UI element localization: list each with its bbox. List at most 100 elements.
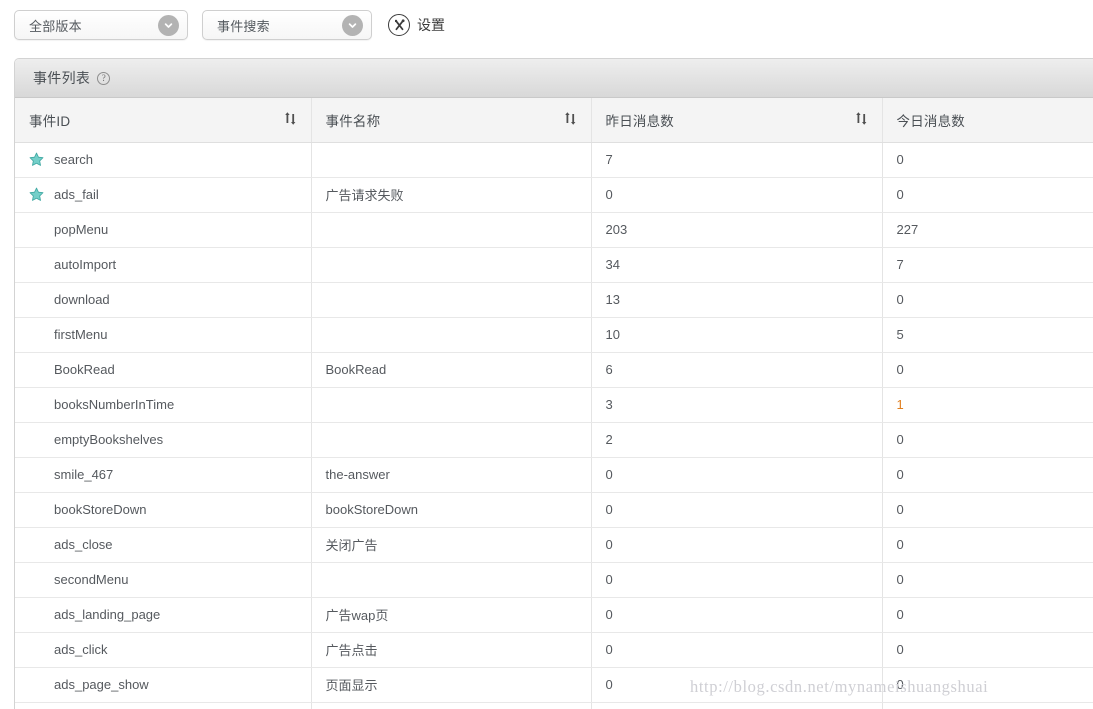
cell-yesterday-count: 0	[591, 457, 882, 492]
table-row[interactable]: ads_click广告点击00	[15, 632, 1093, 667]
favorite-star-icon[interactable]	[29, 187, 54, 202]
cell-yesterday-count: 2	[591, 422, 882, 457]
chevron-down-icon[interactable]	[342, 15, 363, 36]
event-id-label: bookStoreDown	[54, 502, 147, 517]
table-row[interactable]: search 70	[15, 142, 1093, 177]
cell-today-count: 0	[882, 562, 1093, 597]
cell-today-count: 0	[882, 457, 1093, 492]
cell-today-count: 0	[882, 597, 1093, 632]
tools-gear-icon	[388, 14, 410, 36]
cell-event-id: popMenu	[15, 212, 311, 247]
table-row[interactable]: firstMenu 105	[15, 317, 1093, 352]
cell-event-id: bookStoreDown	[15, 492, 311, 527]
column-header-event-name[interactable]: 事件名称	[311, 98, 591, 142]
event-id-label: ads_close	[54, 537, 113, 552]
table-head: 事件ID 事件名称	[15, 98, 1093, 142]
event-id-label: ads_click	[54, 642, 107, 657]
table-row[interactable]: secondMenu00	[15, 562, 1093, 597]
event-list-panel: 事件列表 ? 事件ID	[14, 58, 1093, 709]
table-row[interactable]: popMenu203227	[15, 212, 1093, 247]
event-id-label: search	[54, 152, 93, 167]
event-id-label: firstMenu	[54, 327, 107, 342]
page-root: 全部版本 事件搜索	[0, 0, 1093, 709]
cell-event-name	[311, 702, 591, 709]
table-row[interactable]: ads_landing_page广告wap页00	[15, 597, 1093, 632]
table-row[interactable]: ads_page_show页面显示00	[15, 667, 1093, 702]
event-id-label: ads_fail	[54, 187, 99, 202]
table-row[interactable]: bookStoreDownbookStoreDown00	[15, 492, 1093, 527]
panel-title: 事件列表	[33, 68, 90, 88]
cell-yesterday-count: 0	[591, 527, 882, 562]
cell-today-count: 0	[882, 282, 1093, 317]
cell-yesterday-count	[591, 702, 882, 709]
sort-updown-icon[interactable]	[284, 111, 297, 129]
cell-event-id: ads_page_show	[15, 667, 311, 702]
cell-event-id: BookRead	[15, 352, 311, 387]
cell-event-name: bookStoreDown	[311, 492, 591, 527]
table-row[interactable]: download 130	[15, 282, 1093, 317]
column-header-label: 事件ID	[29, 110, 70, 130]
sort-updown-icon[interactable]	[855, 111, 868, 129]
cell-yesterday-count: 7	[591, 142, 882, 177]
table-row[interactable]: ads_close关闭广告00	[15, 527, 1093, 562]
table-row[interactable]: booksNumberInTime31	[15, 387, 1093, 422]
cell-today-count: 0	[882, 667, 1093, 702]
cell-event-name	[311, 422, 591, 457]
table-row[interactable]	[15, 702, 1093, 709]
cell-event-id: ads_fail	[15, 177, 311, 212]
cell-today-count: 0	[882, 422, 1093, 457]
cell-yesterday-count: 13	[591, 282, 882, 317]
help-icon[interactable]: ?	[97, 72, 110, 85]
cell-yesterday-count: 3	[591, 387, 882, 422]
cell-event-name	[311, 142, 591, 177]
column-header-label: 事件名称	[326, 110, 381, 130]
event-id-label: emptyBookshelves	[54, 432, 163, 447]
cell-yesterday-count: 6	[591, 352, 882, 387]
event-id-label: ads_landing_page	[54, 607, 160, 622]
event-id-label: smile_467	[54, 467, 113, 482]
cell-today-count: 0	[882, 527, 1093, 562]
event-search-select[interactable]: 事件搜索	[202, 10, 372, 40]
cell-yesterday-count: 203	[591, 212, 882, 247]
cell-event-id: emptyBookshelves	[15, 422, 311, 457]
event-table: 事件ID 事件名称	[15, 98, 1093, 709]
column-header-today-count[interactable]: 今日消息数	[882, 98, 1093, 142]
column-header-event-id[interactable]: 事件ID	[15, 98, 311, 142]
table-row[interactable]: autoImport347	[15, 247, 1093, 282]
event-id-label: ads_page_show	[54, 677, 149, 692]
cell-event-id: secondMenu	[15, 562, 311, 597]
cell-today-count	[882, 702, 1093, 709]
column-header-yesterday-count[interactable]: 昨日消息数	[591, 98, 882, 142]
cell-event-id: booksNumberInTime	[15, 387, 311, 422]
column-header-label: 昨日消息数	[606, 110, 675, 130]
event-id-label: booksNumberInTime	[54, 397, 174, 412]
cell-yesterday-count: 0	[591, 667, 882, 702]
cell-event-name: 页面显示	[311, 667, 591, 702]
version-select-value: 全部版本	[29, 16, 158, 35]
cell-event-id: search	[15, 142, 311, 177]
cell-today-count: 0	[882, 177, 1093, 212]
cell-event-name: BookRead	[311, 352, 591, 387]
column-header-label: 今日消息数	[897, 110, 966, 130]
version-select[interactable]: 全部版本	[14, 10, 188, 40]
cell-event-name	[311, 562, 591, 597]
table-row[interactable]: ads_fail广告请求失败00	[15, 177, 1093, 212]
table-row[interactable]: smile_467the-answer00	[15, 457, 1093, 492]
cell-event-id	[15, 702, 311, 709]
cell-event-id: firstMenu	[15, 317, 311, 352]
cell-event-name: 广告wap页	[311, 597, 591, 632]
cell-today-count: 5	[882, 317, 1093, 352]
sort-updown-icon[interactable]	[564, 111, 577, 129]
settings-button[interactable]: 设置	[388, 14, 445, 36]
cell-yesterday-count: 10	[591, 317, 882, 352]
favorite-star-icon[interactable]	[29, 152, 54, 167]
table-row[interactable]: BookReadBookRead60	[15, 352, 1093, 387]
table-row[interactable]: emptyBookshelves 20	[15, 422, 1093, 457]
chevron-down-icon[interactable]	[158, 15, 179, 36]
event-id-label: popMenu	[54, 222, 108, 237]
cell-today-count: 7	[882, 247, 1093, 282]
cell-today-count: 0	[882, 142, 1093, 177]
cell-event-name: 广告点击	[311, 632, 591, 667]
event-id-label: download	[54, 292, 110, 307]
toolbar: 全部版本 事件搜索	[0, 0, 1093, 50]
